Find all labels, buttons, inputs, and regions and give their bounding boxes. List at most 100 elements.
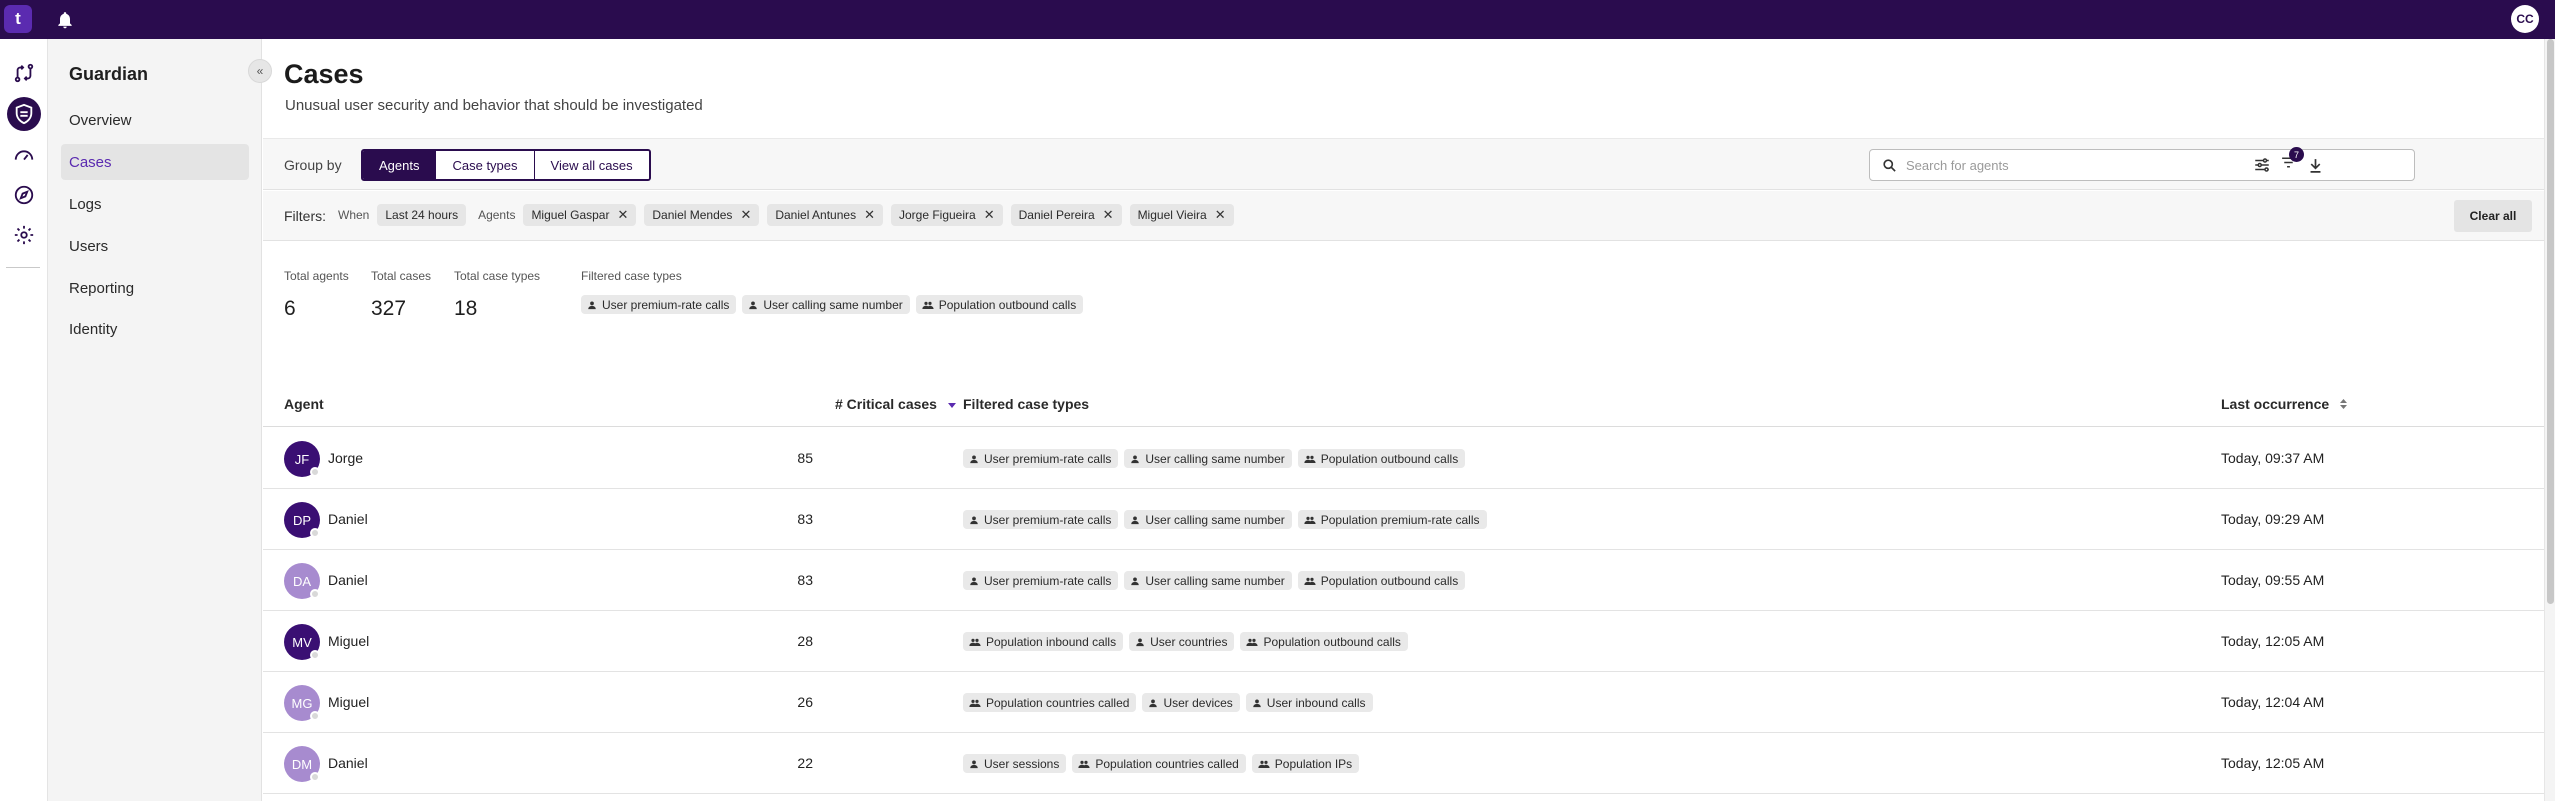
critical-case-count: 28: [797, 633, 813, 649]
table-row[interactable]: DP Daniel 83 User premium-rate calls User ca…: [263, 489, 2555, 550]
table-row[interactable]: MV Miguel 28 Population inbound calls User c…: [263, 611, 2555, 672]
search-icon: [1882, 158, 1897, 178]
stat-value: 327: [371, 297, 407, 320]
stat-filtered-case-types: Filtered case types User premium-rate ca…: [581, 269, 1084, 321]
case-type-label: Population IPs: [1274, 756, 1353, 771]
filter-chip-agent: Miguel Gaspar ✕: [523, 204, 637, 226]
person-icon: [1148, 698, 1158, 708]
agent-name[interactable]: Miguel: [328, 694, 369, 710]
close-icon[interactable]: ✕: [984, 207, 995, 223]
agent-name[interactable]: Daniel: [328, 572, 368, 588]
close-icon[interactable]: ✕: [617, 207, 628, 223]
close-icon[interactable]: ✕: [864, 207, 875, 223]
case-type-chip: User calling same number: [1124, 571, 1292, 590]
critical-case-count: 26: [797, 694, 813, 710]
case-type-label: User sessions: [984, 756, 1060, 771]
user-avatar[interactable]: CC: [2511, 5, 2539, 33]
table-row[interactable]: DM Daniel 22 User sessions Population countr…: [263, 733, 2555, 794]
case-type-list: User premium-rate calls User calling same…: [963, 571, 1466, 590]
case-type-label: User premium-rate calls: [984, 451, 1112, 466]
vertical-scrollbar[interactable]: [2544, 39, 2555, 801]
chip-label: Daniel Mendes: [652, 208, 733, 222]
case-type-chip: User calling same number: [742, 295, 910, 314]
app-rail: [0, 39, 48, 801]
column-header-last-occurrence[interactable]: Last occurrence: [2221, 396, 2348, 413]
shield-icon[interactable]: [7, 97, 41, 131]
download-icon[interactable]: [2304, 154, 2326, 176]
case-type-label: User calling same number: [1145, 451, 1285, 466]
case-type-chip: Population outbound calls: [915, 295, 1084, 314]
case-type-chip: Population IPs: [1251, 754, 1360, 773]
stat-total-cases: Total cases 327: [371, 269, 434, 321]
workflow-icon[interactable]: [7, 56, 41, 90]
group-by-label: Group by: [284, 157, 342, 173]
close-icon[interactable]: ✕: [1103, 207, 1114, 223]
people-icon: [1078, 759, 1090, 769]
view-all-cases-button[interactable]: View all cases: [534, 151, 649, 179]
status-indicator: [310, 711, 320, 721]
stat-label: Filtered case types: [581, 269, 682, 283]
filter-chip-agent: Daniel Mendes ✕: [644, 204, 760, 226]
case-type-label: User inbound calls: [1266, 695, 1366, 710]
page-title: Cases: [284, 59, 364, 89]
nav-item-users[interactable]: Users: [61, 228, 249, 264]
person-icon: [1130, 454, 1140, 464]
table-row[interactable]: DA Daniel 83 User premium-rate calls User ca…: [263, 550, 2555, 611]
case-type-chip: Population inbound calls: [963, 632, 1124, 651]
person-icon: [969, 515, 979, 525]
agent-name[interactable]: Daniel: [328, 755, 368, 771]
last-occurrence: Today, 09:37 AM: [2221, 450, 2325, 466]
critical-case-count: 85: [797, 450, 813, 466]
bell-icon[interactable]: [55, 10, 75, 30]
clear-all-button[interactable]: Clear all: [2454, 200, 2532, 232]
critical-case-count: 83: [797, 511, 813, 527]
people-icon: [1258, 759, 1270, 769]
case-type-chip: User devices: [1142, 693, 1240, 712]
app-logo[interactable]: t: [4, 5, 32, 33]
stat-value: 18: [454, 297, 478, 320]
table-row[interactable]: JF Jorge 85 User premium-rate calls User cal…: [263, 428, 2555, 489]
case-type-list: Population countries called User devices U…: [963, 693, 1373, 712]
agent-name[interactable]: Jorge: [328, 450, 363, 466]
chip-label: Miguel Vieira: [1137, 208, 1207, 222]
compass-icon[interactable]: [7, 178, 41, 212]
case-type-chip: Population outbound calls: [1297, 571, 1466, 590]
chip-label: Miguel Gaspar: [531, 208, 610, 222]
agent-name[interactable]: Daniel: [328, 511, 368, 527]
search-input[interactable]: [1906, 156, 2406, 174]
status-indicator: [310, 467, 320, 477]
scrollbar-thumb[interactable]: [2547, 39, 2554, 604]
last-occurrence: Today, 12:05 AM: [2221, 755, 2325, 771]
speedometer-icon[interactable]: [7, 138, 41, 172]
group-by-toggle: Agents Case types View all cases: [361, 149, 651, 181]
nav-item-reporting[interactable]: Reporting: [61, 270, 249, 306]
status-indicator: [310, 772, 320, 782]
nav-item-identity[interactable]: Identity: [61, 311, 249, 347]
close-icon[interactable]: ✕: [1215, 207, 1226, 223]
column-header-critical-cases[interactable]: # Critical cases: [835, 396, 957, 413]
people-icon: [1246, 637, 1259, 647]
nav-item-logs[interactable]: Logs: [61, 186, 249, 222]
settings-sliders-icon[interactable]: [2251, 154, 2273, 176]
person-icon: [1130, 576, 1140, 586]
people-icon: [1304, 454, 1316, 464]
column-header-agent: Agent: [284, 396, 324, 412]
filter-chip-when[interactable]: Last 24 hours: [377, 204, 467, 226]
group-by-agents-button[interactable]: Agents: [363, 151, 437, 179]
gear-icon[interactable]: [7, 218, 41, 252]
table-row[interactable]: MG Miguel 26 Population countries called Use…: [263, 672, 2555, 733]
agent-name[interactable]: Miguel: [328, 633, 369, 649]
nav-item-overview[interactable]: Overview: [61, 102, 249, 138]
filter-button[interactable]: 7: [2277, 147, 2304, 176]
critical-case-count: 22: [797, 755, 813, 771]
nav-item-cases[interactable]: Cases: [61, 144, 249, 180]
filters-label: Filters:: [284, 208, 326, 224]
status-indicator: [310, 650, 320, 660]
group-by-case-types-button[interactable]: Case types: [436, 151, 535, 179]
case-type-label: User devices: [1163, 695, 1233, 710]
filter-chip-agent: Jorge Figueira ✕: [890, 204, 1003, 226]
filter-agents-label: Agents: [478, 208, 516, 222]
case-type-list: Population inbound calls User countries Po…: [963, 632, 1408, 651]
last-occurrence: Today, 09:55 AM: [2221, 572, 2325, 588]
close-icon[interactable]: ✕: [740, 207, 751, 223]
